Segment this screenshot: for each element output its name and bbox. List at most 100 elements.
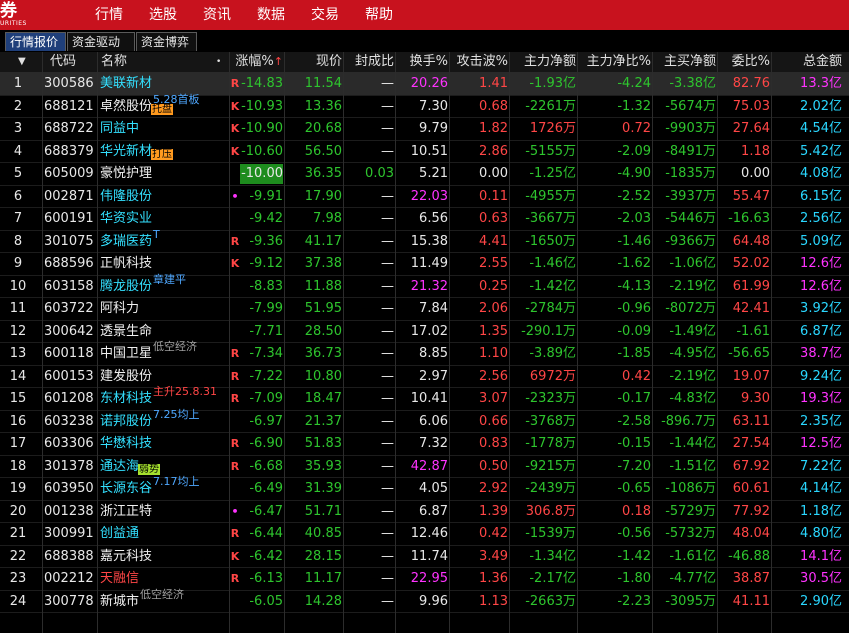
table-row[interactable]: 23 002212 天融信 R -6.13 11.17—22.95 1.36 -2.17亿 -1…: [0, 568, 849, 591]
main-net-pct: -0.65: [617, 481, 651, 496]
stock-name: 嘉元科技: [100, 548, 153, 564]
table-row[interactable]: 16 603238 诺邦股份 7.25均上 -6.97 21.37—6.06 0.66 -37…: [0, 408, 849, 433]
change-pct: -6.68: [249, 458, 283, 474]
table-row[interactable]: 20 001238 浙江正特 • -6.47 51.71—6.87 1.39 306.8万 0.…: [0, 501, 849, 523]
row-index: 11: [9, 301, 27, 316]
wei-ratio: 41.11: [732, 593, 770, 609]
main-buy-net: -5732万: [665, 526, 716, 541]
row-index: 9: [13, 256, 23, 271]
tab-bar: 行情报价 资金驱动力 资金博弈: [0, 31, 849, 68]
price: 36.73: [304, 346, 342, 361]
stock-badge: 弱势: [138, 463, 160, 475]
header-main-buy-net[interactable]: 主买净额: [653, 52, 716, 72]
tab-quote[interactable]: 行情报价: [5, 32, 66, 51]
stock-name: 创益通: [100, 526, 140, 541]
tab-fund-game[interactable]: 资金博弈: [136, 32, 197, 51]
main-net-pct: -2.58: [617, 413, 651, 429]
table-row[interactable]: 9 688596 正帆科技 K -9.12 37.38—11.49 2.55 -1.46亿 -1…: [0, 253, 849, 276]
table-row[interactable]: 5 605009 豪悦护理 -10.00 36.35 0.03 5.21 0.00 -1.25亿…: [0, 163, 849, 186]
total-amount: 14.1亿: [800, 548, 842, 564]
main-net-pct: -1.85: [617, 346, 651, 361]
header-price[interactable]: 现价: [285, 52, 342, 72]
total-amount: 4.80亿: [800, 526, 842, 541]
table-row[interactable]: 22 688388 嘉元科技 K -6.42 28.15—11.74 3.49 -1.34亿 -…: [0, 546, 849, 568]
menu-item[interactable]: 选股: [136, 0, 190, 30]
sort-up-icon: ↑: [273, 55, 283, 68]
row-index: 22: [9, 548, 27, 564]
header-wei-ratio[interactable]: 委比%: [718, 52, 770, 72]
stock-badge: 打压: [151, 148, 173, 160]
stock-code: 605009: [44, 166, 94, 181]
header-turnover[interactable]: 换手%: [396, 52, 448, 72]
turnover: 20.26: [410, 76, 448, 91]
row-index: 24: [9, 593, 27, 609]
table-row[interactable]: 1 300586 美联新材 R -14.83 11.54—20.26 1.41 -1.93亿 -…: [0, 73, 849, 96]
table-row[interactable]: 17 603306 华懋科技 R -6.90 51.83—7.32 0.83 -1778万 -0…: [0, 433, 849, 456]
turnover: 2.97: [419, 368, 448, 384]
attack-wave: 0.83: [479, 436, 508, 451]
menu-item[interactable]: 行情: [82, 0, 136, 30]
turnover: 5.21: [419, 166, 448, 181]
table-row[interactable]: 2 688121 卓然股份 5.28首板 托盘 K -10.93 13.36—7.30 0.68…: [0, 93, 849, 118]
header-main-net[interactable]: 主力净额: [510, 52, 576, 72]
table-row[interactable]: 21 300991 创益通 R -6.44 40.85—12.46 0.42 -1539万 -0…: [0, 523, 849, 546]
tab-fund-drive[interactable]: 资金驱动力: [67, 32, 135, 68]
attack-wave: 1.39: [479, 503, 508, 519]
stock-code: 600118: [44, 346, 94, 361]
main-net-pct: -4.90: [617, 166, 651, 181]
menu-item[interactable]: 资讯: [190, 0, 244, 30]
table-row[interactable]: 24 300778 新城市 低空经济 -6.05 14.28—9.96 1.13 -2663万…: [0, 588, 849, 613]
turnover: 9.96: [419, 593, 448, 609]
header-seal-ratio[interactable]: 封成比: [344, 52, 394, 72]
main-buy-net: -1086万: [665, 481, 716, 496]
price: 11.17: [304, 571, 342, 586]
header-menu-icon[interactable]: ▼: [18, 52, 26, 72]
main-buy-net: -4.83亿: [669, 391, 716, 406]
row-index: 19: [9, 481, 27, 496]
row-index: 16: [9, 413, 27, 429]
turnover: 22.03: [410, 188, 448, 204]
stock-name: 美联新材: [100, 76, 153, 91]
total-amount: 13.3亿: [800, 76, 842, 91]
table-row[interactable]: 11 603722 阿科力 -7.99 51.95 — 7.84 2.06 -2784万 -0.9…: [0, 298, 849, 321]
table-row[interactable]: 19 603950 长源东谷 7.17均上 -6.49 31.39—4.05 2.92 -24…: [0, 476, 849, 501]
menu-item[interactable]: 交易: [298, 0, 352, 30]
table-row[interactable]: 15 601208 东材科技 主升25.8.31 R -7.09 18.47—10.41 3.…: [0, 386, 849, 411]
header-code[interactable]: 代码: [50, 52, 76, 72]
header-name[interactable]: 名称: [101, 52, 127, 72]
table-row[interactable]: 10 603158 腾龙股份 章建平 -8.83 11.88—21.32 0.25 -1.42…: [0, 273, 849, 298]
header-total-amount[interactable]: 总金额: [772, 52, 842, 72]
broker-logo: 券 URITIES: [0, 0, 60, 30]
seal-ratio: —: [381, 301, 394, 316]
table-row[interactable]: 18 301378 通达海 弱势 R -6.68 35.93—42.87 0.50 -9215万…: [0, 456, 849, 478]
menu-item[interactable]: 帮助: [352, 0, 406, 30]
wei-ratio: 82.76: [732, 76, 770, 91]
seal-ratio: —: [381, 436, 394, 451]
menu-item[interactable]: 数据: [244, 0, 298, 30]
table-row[interactable]: 7 600191 华资实业 -9.42 7.98 — 6.56 0.63 -3667万 -2.03…: [0, 208, 849, 231]
main-net: -1.93亿: [529, 76, 576, 91]
table-row[interactable]: 3 688722 同益中 K -10.90 20.68—9.79 1.82 1726万 0.72…: [0, 118, 849, 141]
change-pct: -9.91: [249, 188, 283, 204]
price: 11.54: [304, 76, 342, 91]
stock-code: 600153: [44, 368, 94, 384]
main-net: -9215万: [525, 458, 576, 474]
stock-name: 浙江正特: [100, 503, 153, 519]
table-row[interactable]: 13 600118 中国卫星 低空经济 R -7.34 36.73—8.85 1.10 -3.8…: [0, 341, 849, 366]
attack-wave: 2.86: [479, 143, 508, 159]
wei-ratio: 77.92: [732, 503, 770, 519]
header-change-pct[interactable]: 涨幅%↑: [233, 52, 283, 72]
total-amount: 4.14亿: [800, 481, 842, 496]
table-row[interactable]: 8 301075 多瑞医药 T R -9.36 41.17—15.38 4.41 -1650万 -…: [0, 228, 849, 253]
table-row[interactable]: 4 688379 华光新材 打压 K -10.60 56.50—10.51 2.86 -5155…: [0, 141, 849, 163]
seal-ratio: —: [381, 121, 394, 136]
seal-ratio: —: [381, 458, 394, 474]
header-main-net-pct[interactable]: 主力净比%: [578, 52, 651, 72]
change-pct: -10.90: [241, 121, 283, 136]
table-row[interactable]: 6 002871 伟隆股份 • -9.91 17.90—22.03 0.11 -4955万 -2…: [0, 186, 849, 208]
header-attack-wave[interactable]: 攻击波%: [450, 52, 508, 72]
table-row[interactable]: 14 600153 建发股份 R -7.22 10.80—2.97 2.56 6972万 0.4…: [0, 366, 849, 388]
main-net: -1539万: [525, 526, 576, 541]
main-net: 1726万: [529, 121, 576, 136]
table-row[interactable]: 12 300642 透景生命 -7.71 28.50—17.02 1.35 -290.1万 -…: [0, 321, 849, 343]
